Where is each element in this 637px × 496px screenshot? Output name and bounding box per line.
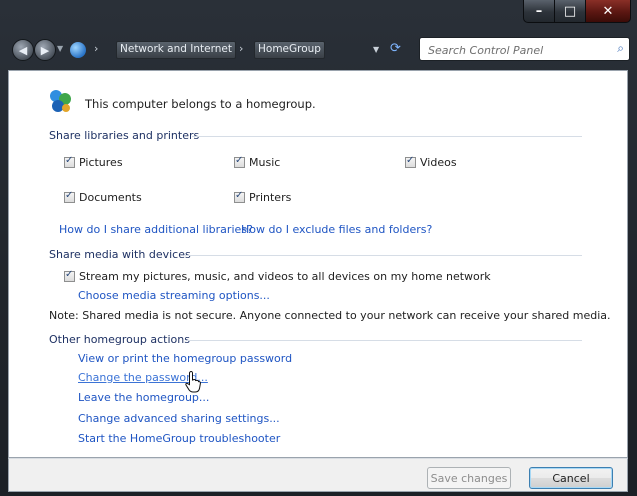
refresh-icon[interactable]: ⟳ [390,41,401,56]
stream-media-label: Stream my pictures, music, and videos to… [79,270,491,283]
videos-label: Videos [420,156,457,169]
close-icon: ✕ [602,3,614,19]
checkbox-checked-icon[interactable] [405,155,416,168]
other-actions-heading: Other homegroup actions [49,333,190,346]
search-input[interactable] [426,41,610,59]
address-dropdown-icon[interactable]: ▼ [373,45,379,54]
breadcrumb-separator-icon[interactable]: › [94,42,98,55]
maximize-icon: □ [563,3,577,19]
pictures-label: Pictures [79,156,123,169]
forward-arrow-icon: ▶ [40,43,50,57]
checkbox-checked-icon[interactable] [234,190,245,203]
dialog-footer: Save changes Cancel [8,458,628,492]
exclude-files-link[interactable]: How do I exclude files and folders? [241,223,432,236]
back-arrow-icon: ◀ [18,43,28,57]
homegroup-settings-panel: This computer belongs to a homegroup. Sh… [8,70,628,458]
maximize-button[interactable]: □ [554,0,586,23]
close-button[interactable]: ✕ [585,0,631,23]
search-icon[interactable]: ⌕ [617,41,624,56]
breadcrumb-separator-icon[interactable]: › [239,42,243,55]
checkbox-checked-icon[interactable] [234,155,245,168]
control-panel-icon [70,42,86,58]
minimize-button[interactable]: – [523,0,555,23]
homegroup-troubleshooter-link[interactable]: Start the HomeGroup troubleshooter [78,432,280,445]
navigation-bar: ◀ ▶ ▼ › Network and Internet › HomeGroup… [0,30,637,66]
title-bar: – □ ✕ [0,0,637,28]
printers-label: Printers [249,191,292,204]
minimize-icon: – [535,3,543,19]
section-divider [192,136,582,137]
section-divider [187,340,582,341]
videos-checkbox[interactable]: Videos [405,155,457,169]
media-streaming-options-link[interactable]: Choose media streaming options... [78,289,270,302]
share-libraries-heading: Share libraries and printers [49,129,200,142]
hand-pointer-icon [185,371,201,393]
shared-media-note: Note: Shared media is not secure. Anyone… [49,309,611,322]
search-box[interactable]: ⌕ [419,37,630,61]
printers-checkbox[interactable]: Printers [234,190,292,204]
share-media-heading: Share media with devices [49,248,191,261]
music-checkbox[interactable]: Music [234,155,281,169]
share-additional-libraries-link[interactable]: How do I share additional libraries? [59,223,253,236]
pictures-checkbox[interactable]: Pictures [64,155,123,169]
checkbox-checked-icon[interactable] [64,155,75,168]
documents-label: Documents [79,191,142,204]
stream-media-checkbox[interactable]: Stream my pictures, music, and videos to… [64,269,491,283]
cancel-button[interactable]: Cancel [529,467,613,489]
breadcrumb-homegroup[interactable]: HomeGroup [254,41,325,59]
section-divider [185,255,582,256]
documents-checkbox[interactable]: Documents [64,190,142,204]
save-changes-button[interactable]: Save changes [427,467,511,489]
back-button[interactable]: ◀ [12,39,34,61]
checkbox-checked-icon[interactable] [64,190,75,203]
music-label: Music [249,156,281,169]
recent-pages-dropdown-icon[interactable]: ▼ [57,44,63,53]
checkbox-checked-icon[interactable] [64,269,75,282]
advanced-sharing-settings-link[interactable]: Change advanced sharing settings... [78,412,280,425]
breadcrumb-network-and-internet[interactable]: Network and Internet [116,41,236,59]
view-print-password-link[interactable]: View or print the homegroup password [78,352,292,365]
control-panel-window: – □ ✕ ◀ ▶ ▼ › Network and Internet › Hom… [0,0,637,496]
forward-button[interactable]: ▶ [34,39,56,61]
homegroup-icon [50,90,71,112]
homegroup-status-text: This computer belongs to a homegroup. [85,97,316,111]
